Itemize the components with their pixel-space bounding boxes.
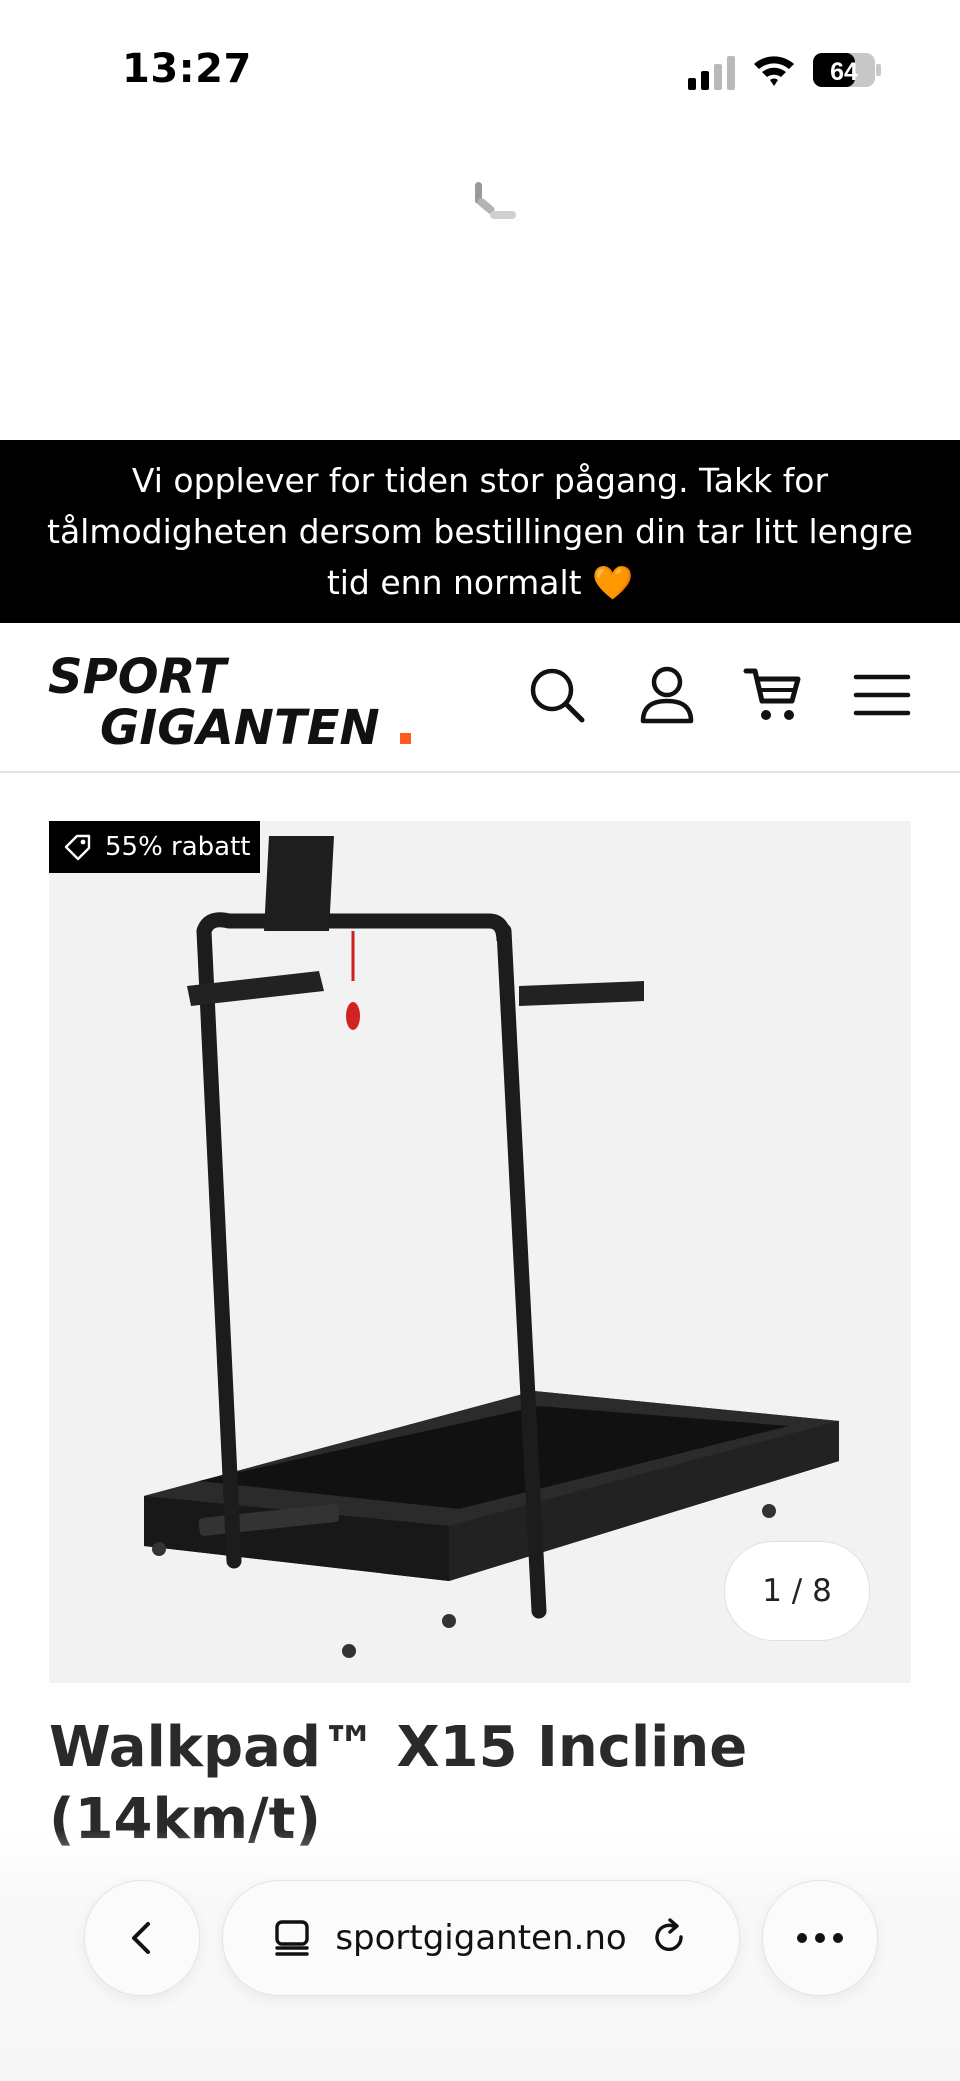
announcement-text: Vi opplever for tiden stor pågang. Takk … [47, 461, 913, 602]
search-icon[interactable] [525, 663, 589, 727]
discount-label: 55% rabatt [105, 832, 251, 862]
price-tag-icon [64, 834, 91, 861]
discount-badge: 55% rabatt [49, 821, 260, 873]
logo-line2: GIGANTEN [100, 700, 380, 751]
loading-spinner-icon [475, 182, 516, 219]
site-header: SPORT GIGANTEN [0, 623, 960, 773]
announcement-bar: Vi opplever for tiden stor pågang. Takk … [0, 440, 960, 623]
tabs-icon[interactable] [271, 1917, 313, 1959]
battery-icon: 64 [813, 53, 881, 87]
address-bar[interactable]: sportgiganten.no [222, 1880, 740, 1996]
back-button[interactable] [84, 1880, 200, 1996]
reload-icon[interactable] [649, 1917, 691, 1959]
cart-icon[interactable] [742, 663, 806, 727]
url-text[interactable]: sportgiganten.no [335, 1918, 626, 1958]
site-logo[interactable]: SPORT GIGANTEN [48, 651, 428, 751]
product-image-gallery[interactable]: 55% rabatt 1 / 8 [49, 821, 911, 1683]
battery-level: 64 [830, 58, 858, 86]
signal-icon [688, 56, 735, 90]
logo-line1: SPORT [48, 651, 229, 705]
more-button[interactable] [762, 1880, 878, 1996]
status-bar: 13:27 64 [0, 0, 960, 140]
image-counter: 1 / 8 [724, 1541, 870, 1641]
browser-toolbar: sportgiganten.no [0, 1880, 960, 2000]
status-time: 13:27 [122, 46, 252, 92]
more-icon [797, 1933, 843, 1943]
logo-dot [400, 733, 411, 744]
wifi-icon [754, 56, 794, 86]
account-icon[interactable] [635, 663, 699, 727]
menu-icon[interactable] [850, 663, 914, 727]
back-icon [132, 1922, 150, 1954]
